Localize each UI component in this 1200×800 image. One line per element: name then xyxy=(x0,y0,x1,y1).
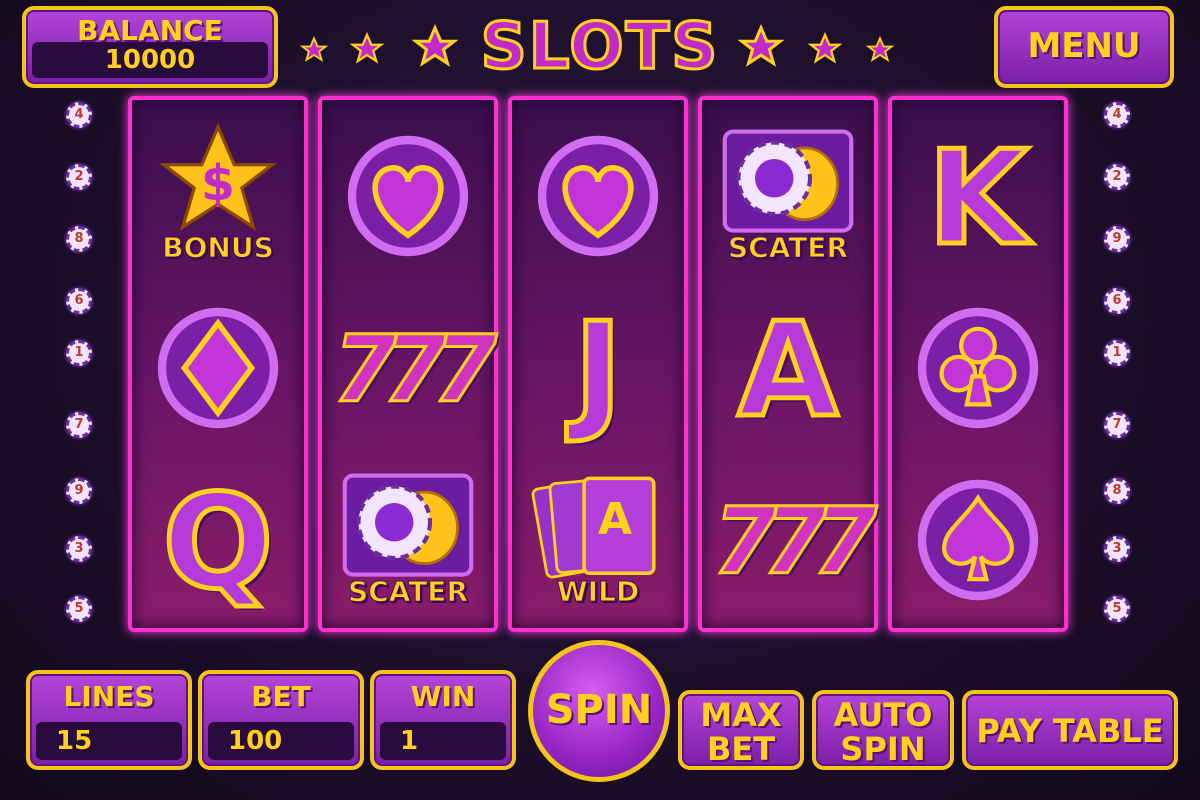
menu-label: MENU xyxy=(1027,26,1141,66)
max-bet-label-line1: MAX xyxy=(700,696,782,734)
game-title: SLOTS xyxy=(479,9,720,86)
pay-table-label: PAY TABLE xyxy=(976,712,1164,750)
reel-1: $ BONUS Q xyxy=(128,96,308,632)
max-bet-label-line2: BET xyxy=(706,730,776,768)
heart-suit-icon xyxy=(512,110,684,282)
symbol-text: 777 xyxy=(331,315,498,425)
symbol-text: J xyxy=(571,294,624,446)
star-icon xyxy=(808,32,842,64)
symbol-text: A xyxy=(735,294,841,446)
max-bet-button[interactable]: MAX BET xyxy=(678,690,804,770)
star-icon xyxy=(350,32,384,64)
reel-2: 777 SCATER xyxy=(318,96,499,632)
lines-panel[interactable]: LINES 15 xyxy=(26,670,192,770)
wild-card-letter: A xyxy=(598,494,633,545)
diamond-suit-icon xyxy=(132,282,304,454)
letter-a-icon: A xyxy=(702,282,874,454)
line-chip-right[interactable]: 1 xyxy=(1104,340,1130,366)
letter-q-icon: Q xyxy=(132,454,304,626)
line-chip-right[interactable]: 9 xyxy=(1104,226,1130,252)
auto-spin-label-line1: AUTO xyxy=(833,696,933,734)
bet-value: 100 xyxy=(208,722,354,760)
balance-panel: BALANCE 10000 xyxy=(22,6,278,88)
chips-scatter-icon: SCATER xyxy=(322,454,494,626)
menu-button[interactable]: MENU xyxy=(994,6,1174,88)
reel-3: J A WILD xyxy=(508,96,688,632)
auto-spin-button[interactable]: AUTO SPIN xyxy=(812,690,954,770)
reel-5: K xyxy=(888,96,1068,632)
bet-label: BET xyxy=(251,680,311,713)
line-chip-right[interactable]: 8 xyxy=(1104,478,1130,504)
balance-value: 10000 xyxy=(32,42,268,78)
chips-scatter-icon: SCATER xyxy=(702,110,874,282)
line-chip-left[interactable]: 4 xyxy=(66,102,92,128)
line-chip-right[interactable]: 2 xyxy=(1104,164,1130,190)
symbol-label: SCATER xyxy=(348,575,469,609)
line-chip-right[interactable]: 5 xyxy=(1104,596,1130,622)
win-panel: WIN 1 xyxy=(370,670,516,770)
lucky-seven-icon: 777 xyxy=(322,282,498,454)
star-icon xyxy=(738,24,784,67)
spin-label: SPIN xyxy=(545,687,653,733)
star-icon xyxy=(300,36,328,63)
line-chip-left[interactable]: 5 xyxy=(66,596,92,622)
svg-text:$: $ xyxy=(201,156,235,212)
reel-4: SCATER A 777 xyxy=(698,96,879,632)
star-icon xyxy=(866,36,894,63)
auto-spin-label-line2: SPIN xyxy=(840,730,926,768)
line-chip-left[interactable]: 9 xyxy=(66,478,92,504)
symbol-text: K xyxy=(925,122,1031,274)
line-chip-right[interactable]: 7 xyxy=(1104,412,1130,438)
line-chip-left[interactable]: 7 xyxy=(66,412,92,438)
win-label: WIN xyxy=(410,680,476,713)
pay-table-button[interactable]: PAY TABLE xyxy=(962,690,1178,770)
line-chip-right[interactable]: 6 xyxy=(1104,288,1130,314)
line-chip-left[interactable]: 1 xyxy=(66,340,92,366)
symbol-label: WILD xyxy=(556,575,640,609)
line-chip-left[interactable]: 2 xyxy=(66,164,92,190)
symbol-label: BONUS xyxy=(162,231,274,265)
line-chip-left[interactable]: 6 xyxy=(66,288,92,314)
lines-label: LINES xyxy=(63,680,155,713)
line-chip-left[interactable]: 8 xyxy=(66,226,92,252)
letter-k-icon: K xyxy=(892,110,1064,282)
line-chip-right[interactable]: 3 xyxy=(1104,536,1130,562)
club-suit-icon xyxy=(892,282,1064,454)
symbol-text: 777 xyxy=(711,487,878,597)
symbol-text: Q xyxy=(160,466,276,618)
symbol-label: SCATER xyxy=(728,231,849,265)
letter-j-icon: J xyxy=(512,282,684,454)
line-chip-right[interactable]: 4 xyxy=(1104,102,1130,128)
spade-suit-icon xyxy=(892,454,1064,626)
lucky-seven-icon: 777 xyxy=(702,454,878,626)
bonus-star-icon: $ BONUS xyxy=(132,110,304,282)
line-chip-left[interactable]: 3 xyxy=(66,536,92,562)
heart-suit-icon xyxy=(322,110,494,282)
bet-panel[interactable]: BET 100 xyxy=(198,670,364,770)
win-value: 1 xyxy=(380,722,506,760)
spin-button[interactable]: SPIN xyxy=(528,640,670,782)
lines-value: 15 xyxy=(36,722,182,760)
cards-wild-icon: A WILD xyxy=(512,454,684,626)
